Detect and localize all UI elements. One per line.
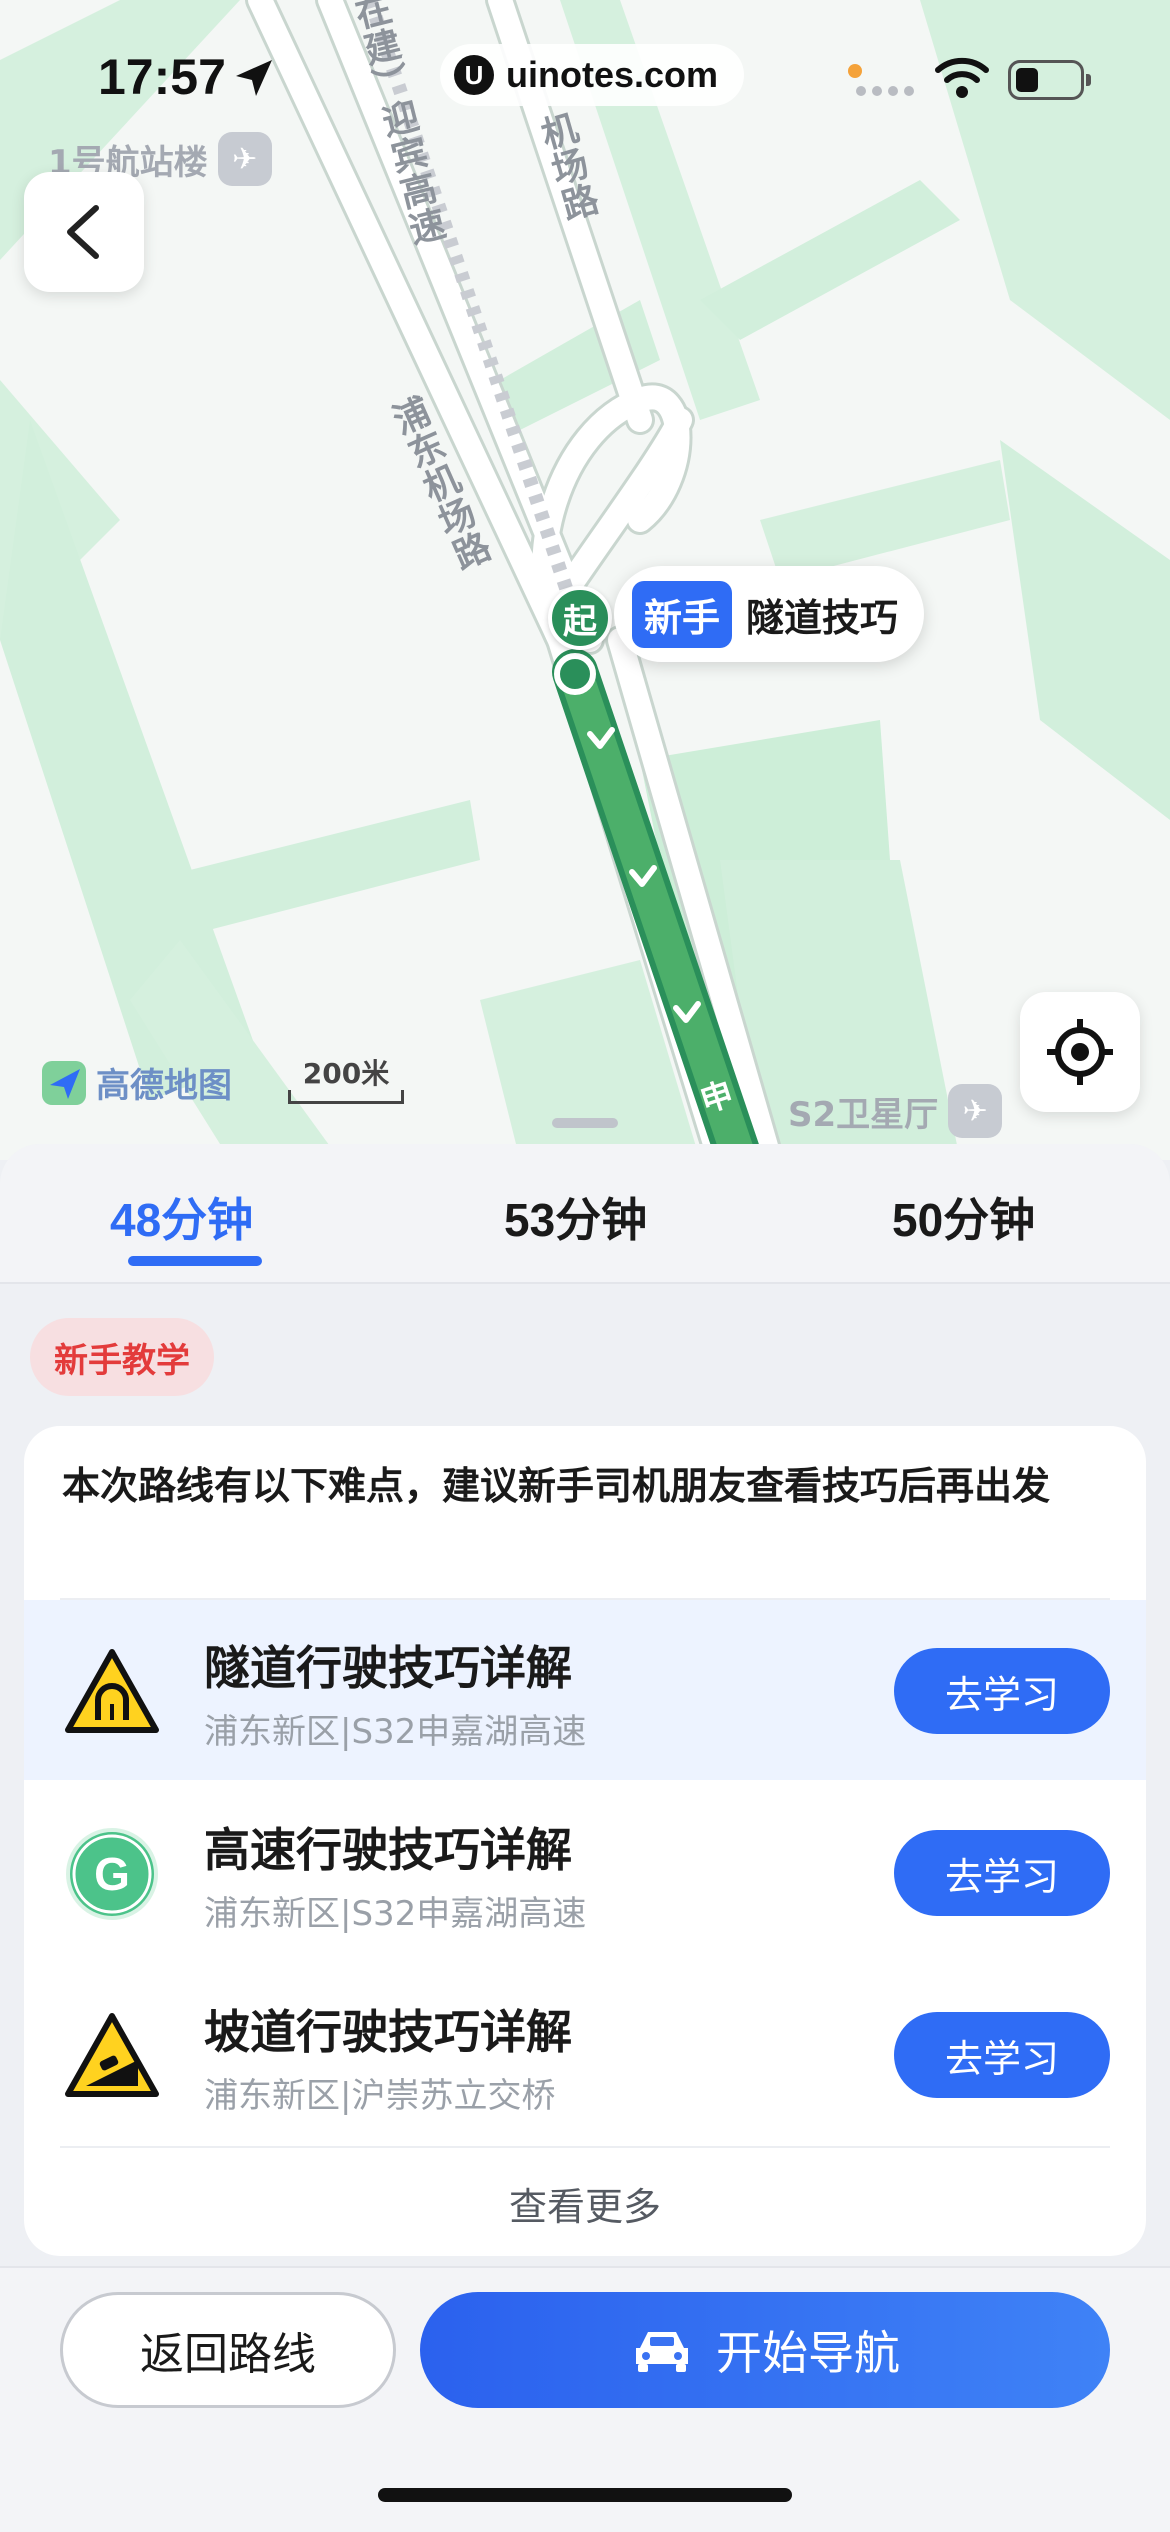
crosshair-icon — [1047, 1019, 1113, 1085]
uinotes-logo-icon: U — [454, 55, 494, 95]
amap-brand: 高德地图 — [40, 1058, 232, 1107]
poi-s2-satellite[interactable]: S2卫星厅 ✈ — [788, 1084, 1003, 1138]
start-navigation-label: 开始导航 — [716, 2326, 900, 2380]
item-title: 隧道行驶技巧详解 — [204, 1641, 572, 1695]
highway-g-icon: G — [66, 1828, 158, 1920]
route-tab-2[interactable]: 53分钟 — [504, 1184, 647, 1250]
route-sheet: 48分钟 53分钟 50分钟 新手教学 本次路线有以下难点，建议新手司机朋友查看… — [0, 1144, 1170, 2532]
start-navigation-button[interactable]: 开始导航 — [420, 2292, 1110, 2408]
item-subtitle: 浦东新区|S32申嘉湖高速 — [204, 1894, 587, 1934]
amap-brand-text: 高德地图 — [96, 1066, 232, 1106]
see-more-link[interactable]: 查看更多 — [24, 2158, 1146, 2248]
back-button[interactable] — [24, 172, 144, 292]
route-tab-3[interactable]: 50分钟 — [892, 1184, 1035, 1250]
highway-g-letter: G — [94, 1848, 130, 1900]
difficulty-card: 本次路线有以下难点，建议新手司机朋友查看技巧后再出发 隧道行驶技巧详解 浦东新区… — [24, 1426, 1146, 2256]
item-subtitle: 浦东新区|沪崇苏立交桥 — [204, 2076, 556, 2116]
list-item-slope[interactable]: 坡道行驶技巧详解 浦东新区|沪崇苏立交桥 去学习 — [24, 1964, 1146, 2144]
car-icon — [636, 2332, 688, 2372]
card-intro-text: 本次路线有以下难点，建议新手司机朋友查看技巧后再出发 — [62, 1464, 1051, 1508]
url-pill: U uinotes.com — [440, 44, 745, 106]
tip-text: 隧道技巧 — [746, 595, 899, 640]
bottom-action-bar: 返回路线 开始导航 — [0, 2266, 1170, 2532]
list-item-highway[interactable]: G 高速行驶技巧详解 浦东新区|S32申嘉湖高速 去学习 — [24, 1782, 1146, 1962]
map-scale-bar — [288, 1090, 404, 1104]
route-tab-1[interactable]: 48分钟 — [110, 1184, 253, 1250]
divider — [60, 2146, 1110, 2148]
status-time: 17:57 — [98, 49, 226, 105]
map-scale: 200米 — [288, 1052, 404, 1106]
novice-tip-bubble[interactable]: 新手 隧道技巧 — [614, 566, 925, 662]
privacy-indicator-dot — [848, 64, 862, 78]
active-tab-indicator — [128, 1256, 262, 1266]
novice-tag: 新手 — [632, 580, 733, 648]
location-arrow-icon — [236, 60, 272, 96]
home-indicator[interactable] — [378, 2488, 792, 2502]
learn-button-highway[interactable]: 去学习 — [894, 1830, 1110, 1916]
item-subtitle: 浦东新区|S32申嘉湖高速 — [204, 1712, 587, 1752]
item-title: 坡道行驶技巧详解 — [204, 2005, 572, 2059]
sheet-drag-handle[interactable] — [552, 1118, 618, 1128]
novice-teaching-badge: 新手教学 — [30, 1318, 214, 1396]
battery-icon — [1008, 60, 1091, 100]
item-title: 高速行驶技巧详解 — [204, 1823, 572, 1877]
back-to-route-button[interactable]: 返回路线 — [60, 2292, 396, 2408]
poi-satellite-name: S2卫星厅 — [788, 1094, 939, 1135]
route-tabs: 48分钟 53分钟 50分钟 — [0, 1144, 1170, 1284]
map-scale-text: 200米 — [302, 1057, 390, 1090]
cellular-signal-icon — [856, 86, 914, 96]
locate-button[interactable] — [1020, 992, 1140, 1112]
chevron-left-icon — [67, 205, 99, 259]
plane-icon: ✈ — [948, 1084, 1003, 1138]
wifi-icon — [935, 57, 989, 98]
tunnel-warning-icon — [65, 1649, 159, 1733]
plane-icon: ✈ — [217, 132, 272, 186]
learn-button-tunnel[interactable]: 去学习 — [894, 1648, 1110, 1734]
url-text: uinotes.com — [506, 54, 719, 95]
learn-button-slope[interactable]: 去学习 — [894, 2012, 1110, 2098]
map-view[interactable]: 在建）迎宾高速 浦东机场路 机场路 申 1号航站楼 ✈ S2卫星厅 ✈ 17:5… — [0, 0, 1170, 1160]
status-bar: 17:57 U uinotes.com — [0, 44, 1170, 114]
amap-logo-icon — [42, 1060, 86, 1105]
slope-warning-icon — [65, 2013, 159, 2097]
start-marker[interactable]: 起 — [548, 586, 612, 650]
list-item-tunnel[interactable]: 隧道行驶技巧详解 浦东新区|S32申嘉湖高速 去学习 — [24, 1600, 1146, 1780]
